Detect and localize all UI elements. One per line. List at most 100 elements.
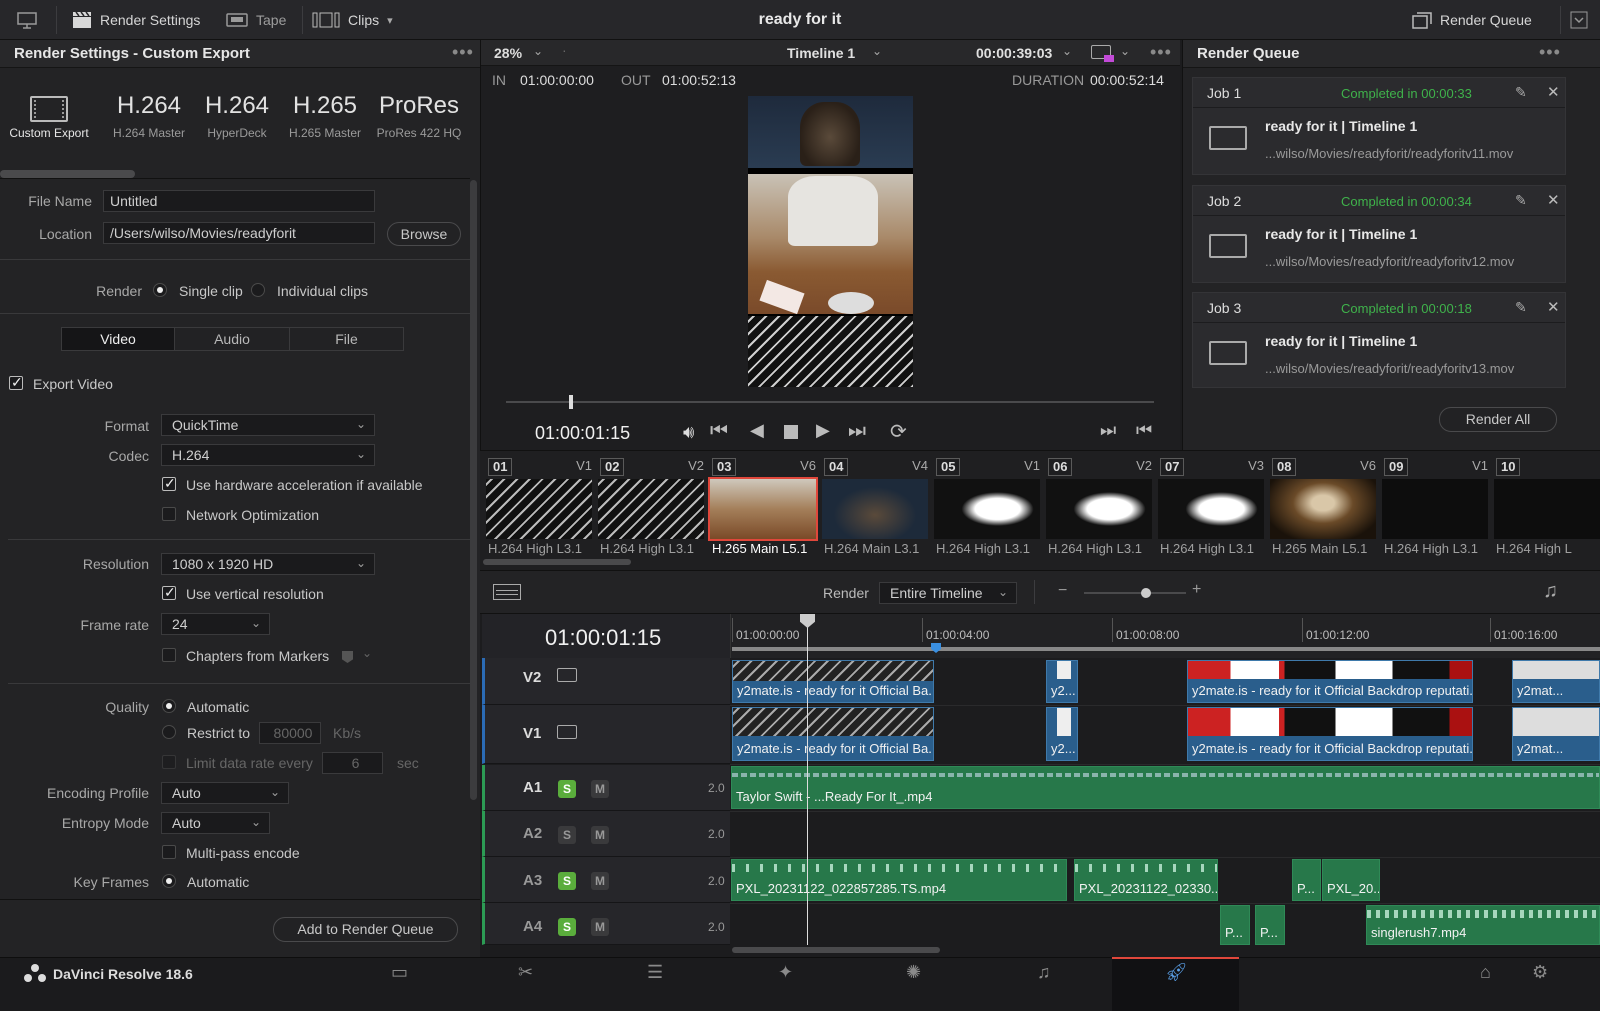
tab-file[interactable]: File: [289, 327, 404, 351]
mute-button[interactable]: M: [591, 780, 609, 798]
render-range-select[interactable]: Entire Timeline ⌄: [879, 582, 1017, 604]
play-icon[interactable]: ▶: [816, 420, 830, 441]
rocket-icon[interactable]: 🚀︎: [1165, 962, 1188, 983]
individual-clips-radio[interactable]: [251, 283, 265, 297]
track-header-a1[interactable]: A1 S M 2.0: [482, 765, 730, 811]
track-header-a2[interactable]: A2 S M 2.0: [482, 811, 730, 857]
chevron-down-icon[interactable]: ⌄: [872, 44, 882, 58]
preset-prores[interactable]: ProRes ProRes 422 HQ: [374, 90, 464, 140]
music-note-icon[interactable]: ♫: [1543, 580, 1558, 603]
track-header-a3[interactable]: A3 S M 2.0: [482, 857, 730, 903]
hw-accel-checkbox[interactable]: [162, 475, 176, 492]
timeline-scrollbar[interactable]: [732, 947, 940, 953]
mark-out-icon[interactable]: ⏭︎: [1100, 420, 1116, 441]
keyframes-automatic-radio[interactable]: [162, 874, 176, 888]
format-select[interactable]: QuickTime ⌄: [161, 414, 375, 436]
video-clip[interactable]: y2mate.is - ready for it Official Backdr…: [1187, 660, 1473, 703]
add-to-render-queue-button[interactable]: Add to Render Queue: [273, 917, 458, 942]
preset-hyperdeck[interactable]: H.264 HyperDeck: [192, 90, 282, 140]
mute-button[interactable]: M: [591, 872, 609, 890]
pencil-icon[interactable]: ✎: [1515, 84, 1527, 101]
home-icon[interactable]: ⌂: [1480, 962, 1491, 983]
limit-value-field[interactable]: [322, 752, 383, 774]
tab-audio[interactable]: Audio: [174, 327, 290, 351]
mark-in-icon[interactable]: ⏮︎: [1136, 420, 1152, 441]
zoom-in-icon[interactable]: +: [1192, 581, 1201, 599]
video-clip[interactable]: y2mat...: [1512, 660, 1600, 703]
stop-icon[interactable]: [784, 425, 798, 439]
collapse-icon[interactable]: [1570, 0, 1588, 40]
skip-forward-icon[interactable]: ⏭︎: [848, 420, 866, 443]
video-clip[interactable]: y2mat...: [1512, 707, 1600, 761]
video-clip[interactable]: y2...: [1046, 660, 1078, 703]
file-name-field[interactable]: [103, 190, 375, 212]
clip-strip-scrollbar[interactable]: [483, 559, 631, 565]
video-clip[interactable]: y2mate.is - ready for it Official Backdr…: [1187, 707, 1473, 761]
fairlight-page-icon[interactable]: ♫: [1037, 962, 1051, 983]
audio-clip[interactable]: P...: [1292, 859, 1321, 901]
network-opt-checkbox[interactable]: [162, 507, 176, 521]
preset-custom-export[interactable]: Custom Export: [4, 90, 94, 140]
zoom-out-icon[interactable]: −: [1058, 582, 1067, 600]
timeline-name[interactable]: Timeline 1: [787, 45, 855, 61]
presets-scrollbar[interactable]: [0, 170, 135, 178]
timeline-view-icon[interactable]: [493, 584, 521, 600]
audio-clip[interactable]: PXL_20231122_022857285.TS.mp4: [731, 859, 1067, 901]
pencil-icon[interactable]: ✎: [1515, 192, 1527, 209]
audio-clip[interactable]: Taylor Swift - ...Ready For It_.mp4: [731, 766, 1600, 809]
close-icon[interactable]: ✕: [1547, 191, 1560, 209]
audio-clip[interactable]: PXL_20231122_02330...: [1074, 859, 1218, 901]
more-options-icon[interactable]: •••: [1150, 42, 1172, 63]
gear-icon[interactable]: ⚙︎: [1532, 962, 1548, 983]
chevron-down-icon[interactable]: ⌄: [1120, 44, 1130, 58]
close-icon[interactable]: ✕: [1547, 83, 1560, 101]
skip-back-icon[interactable]: ⏮︎: [710, 420, 728, 443]
more-options-icon[interactable]: •••: [452, 42, 474, 63]
volume-icon[interactable]: 🔊︎: [683, 422, 694, 443]
clips-toggle[interactable]: Clips ▾: [312, 0, 393, 40]
export-video-checkbox[interactable]: [9, 374, 23, 391]
chevron-down-icon[interactable]: ⌄: [533, 44, 543, 58]
location-field[interactable]: [103, 222, 375, 244]
quality-automatic-radio[interactable]: [162, 699, 176, 713]
video-clip[interactable]: y2mate.is - ready for it Official Ba...: [732, 660, 934, 703]
more-options-icon[interactable]: •••: [1539, 42, 1561, 63]
solo-button[interactable]: S: [558, 826, 576, 844]
audio-clip[interactable]: P...: [1255, 905, 1285, 945]
video-clip[interactable]: y2mate.is - ready for it Official Ba...: [732, 707, 934, 761]
mute-button[interactable]: M: [591, 826, 609, 844]
render-all-button[interactable]: Render All: [1439, 407, 1557, 432]
audio-clip[interactable]: singlerush7.mp4: [1366, 905, 1600, 945]
settings-scrollbar[interactable]: [470, 180, 477, 800]
single-clip-radio[interactable]: [153, 283, 167, 297]
preset-h264-master[interactable]: H.264 H.264 Master: [104, 90, 194, 140]
codec-select[interactable]: H.264 ⌄: [161, 444, 375, 466]
render-job[interactable]: Job 3 Completed in 00:00:18 ✎ ✕ ready for i…: [1192, 292, 1566, 388]
zoom-slider[interactable]: [1084, 588, 1186, 598]
fx-icon[interactable]: [1091, 45, 1114, 62]
render-settings-toggle[interactable]: Render Settings: [72, 0, 200, 40]
mute-button[interactable]: M: [591, 918, 609, 936]
restrict-value-field[interactable]: [259, 722, 321, 744]
solo-button[interactable]: S: [558, 918, 576, 936]
track-header-v2[interactable]: V2: [482, 658, 730, 705]
restrict-radio[interactable]: [162, 725, 176, 739]
tab-video[interactable]: Video: [61, 327, 175, 351]
multipass-checkbox[interactable]: [162, 845, 176, 859]
solo-button[interactable]: S: [558, 780, 576, 798]
chevron-down-icon[interactable]: ⌄: [1062, 44, 1072, 58]
media-page-icon[interactable]: ▭: [391, 962, 408, 983]
tape-toggle[interactable]: Tape: [226, 0, 286, 40]
track-header-v1[interactable]: V1: [482, 705, 730, 764]
loop-icon[interactable]: ⟳: [890, 419, 907, 444]
browse-button[interactable]: Browse: [387, 222, 461, 246]
color-page-icon[interactable]: ✺: [906, 962, 921, 983]
pencil-icon[interactable]: ✎: [1515, 299, 1527, 316]
render-range-bar[interactable]: [732, 647, 1600, 651]
reverse-play-icon[interactable]: ◀: [750, 420, 764, 441]
limit-rate-checkbox[interactable]: [162, 755, 176, 769]
zoom-value[interactable]: 28%: [494, 45, 522, 61]
scrub-bar[interactable]: [506, 395, 1154, 409]
solo-button[interactable]: S: [558, 872, 576, 890]
monitor-icon[interactable]: [16, 0, 38, 40]
